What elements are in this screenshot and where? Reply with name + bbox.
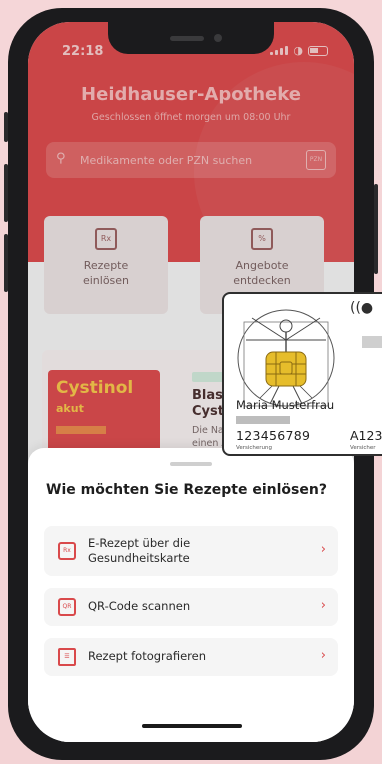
chevron-right-icon: › xyxy=(320,598,326,613)
option-label: Rezept fotografieren xyxy=(88,649,206,663)
health-insurance-card: ((● Maria Musterfrau 123456789 Versicher… xyxy=(222,292,382,456)
mute-switch xyxy=(4,112,8,142)
option-label: E-Rezept über die Gesundheitskarte xyxy=(88,536,190,566)
home-indicator xyxy=(142,724,242,728)
option-photo-prescription[interactable]: ☰ Rezept fotografieren › xyxy=(44,638,338,676)
option-qr-scan[interactable]: QR QR-Code scannen › xyxy=(44,588,338,626)
option-label-line: Gesundheitskarte xyxy=(88,551,190,565)
option-label-line: E-Rezept über die xyxy=(88,536,191,550)
sheet-grabber[interactable] xyxy=(170,462,212,466)
insurance-number: 123456789 xyxy=(236,428,311,443)
volume-down-button xyxy=(4,234,8,292)
second-label: Versicher xyxy=(350,445,376,451)
sheet-title: Wie möchten Sie Rezepte einlösen? xyxy=(46,482,327,498)
card-holder-name: Maria Musterfrau xyxy=(236,398,335,412)
chevron-right-icon: › xyxy=(320,542,326,557)
nfc-contactless-icon: ((● xyxy=(350,300,374,316)
qr-code-icon: QR xyxy=(58,598,76,616)
photo-prescription-icon: ☰ xyxy=(58,648,76,666)
power-button xyxy=(374,184,378,274)
notch xyxy=(108,22,274,54)
camera xyxy=(214,34,222,42)
insurance-label: Versicherung xyxy=(236,445,272,451)
chevron-right-icon: › xyxy=(320,648,326,663)
card-gray-block xyxy=(362,336,382,348)
bottom-sheet: Wie möchten Sie Rezepte einlösen? Rx E-R… xyxy=(28,448,354,742)
card-redacted-bar xyxy=(236,416,290,424)
health-card-icon: Rx xyxy=(58,542,76,560)
second-number: A123 xyxy=(350,428,382,443)
volume-up-button xyxy=(4,164,8,222)
option-label: QR-Code scannen xyxy=(88,599,191,613)
speaker xyxy=(170,36,204,41)
option-erezept-card[interactable]: Rx E-Rezept über die Gesundheitskarte › xyxy=(44,526,338,576)
